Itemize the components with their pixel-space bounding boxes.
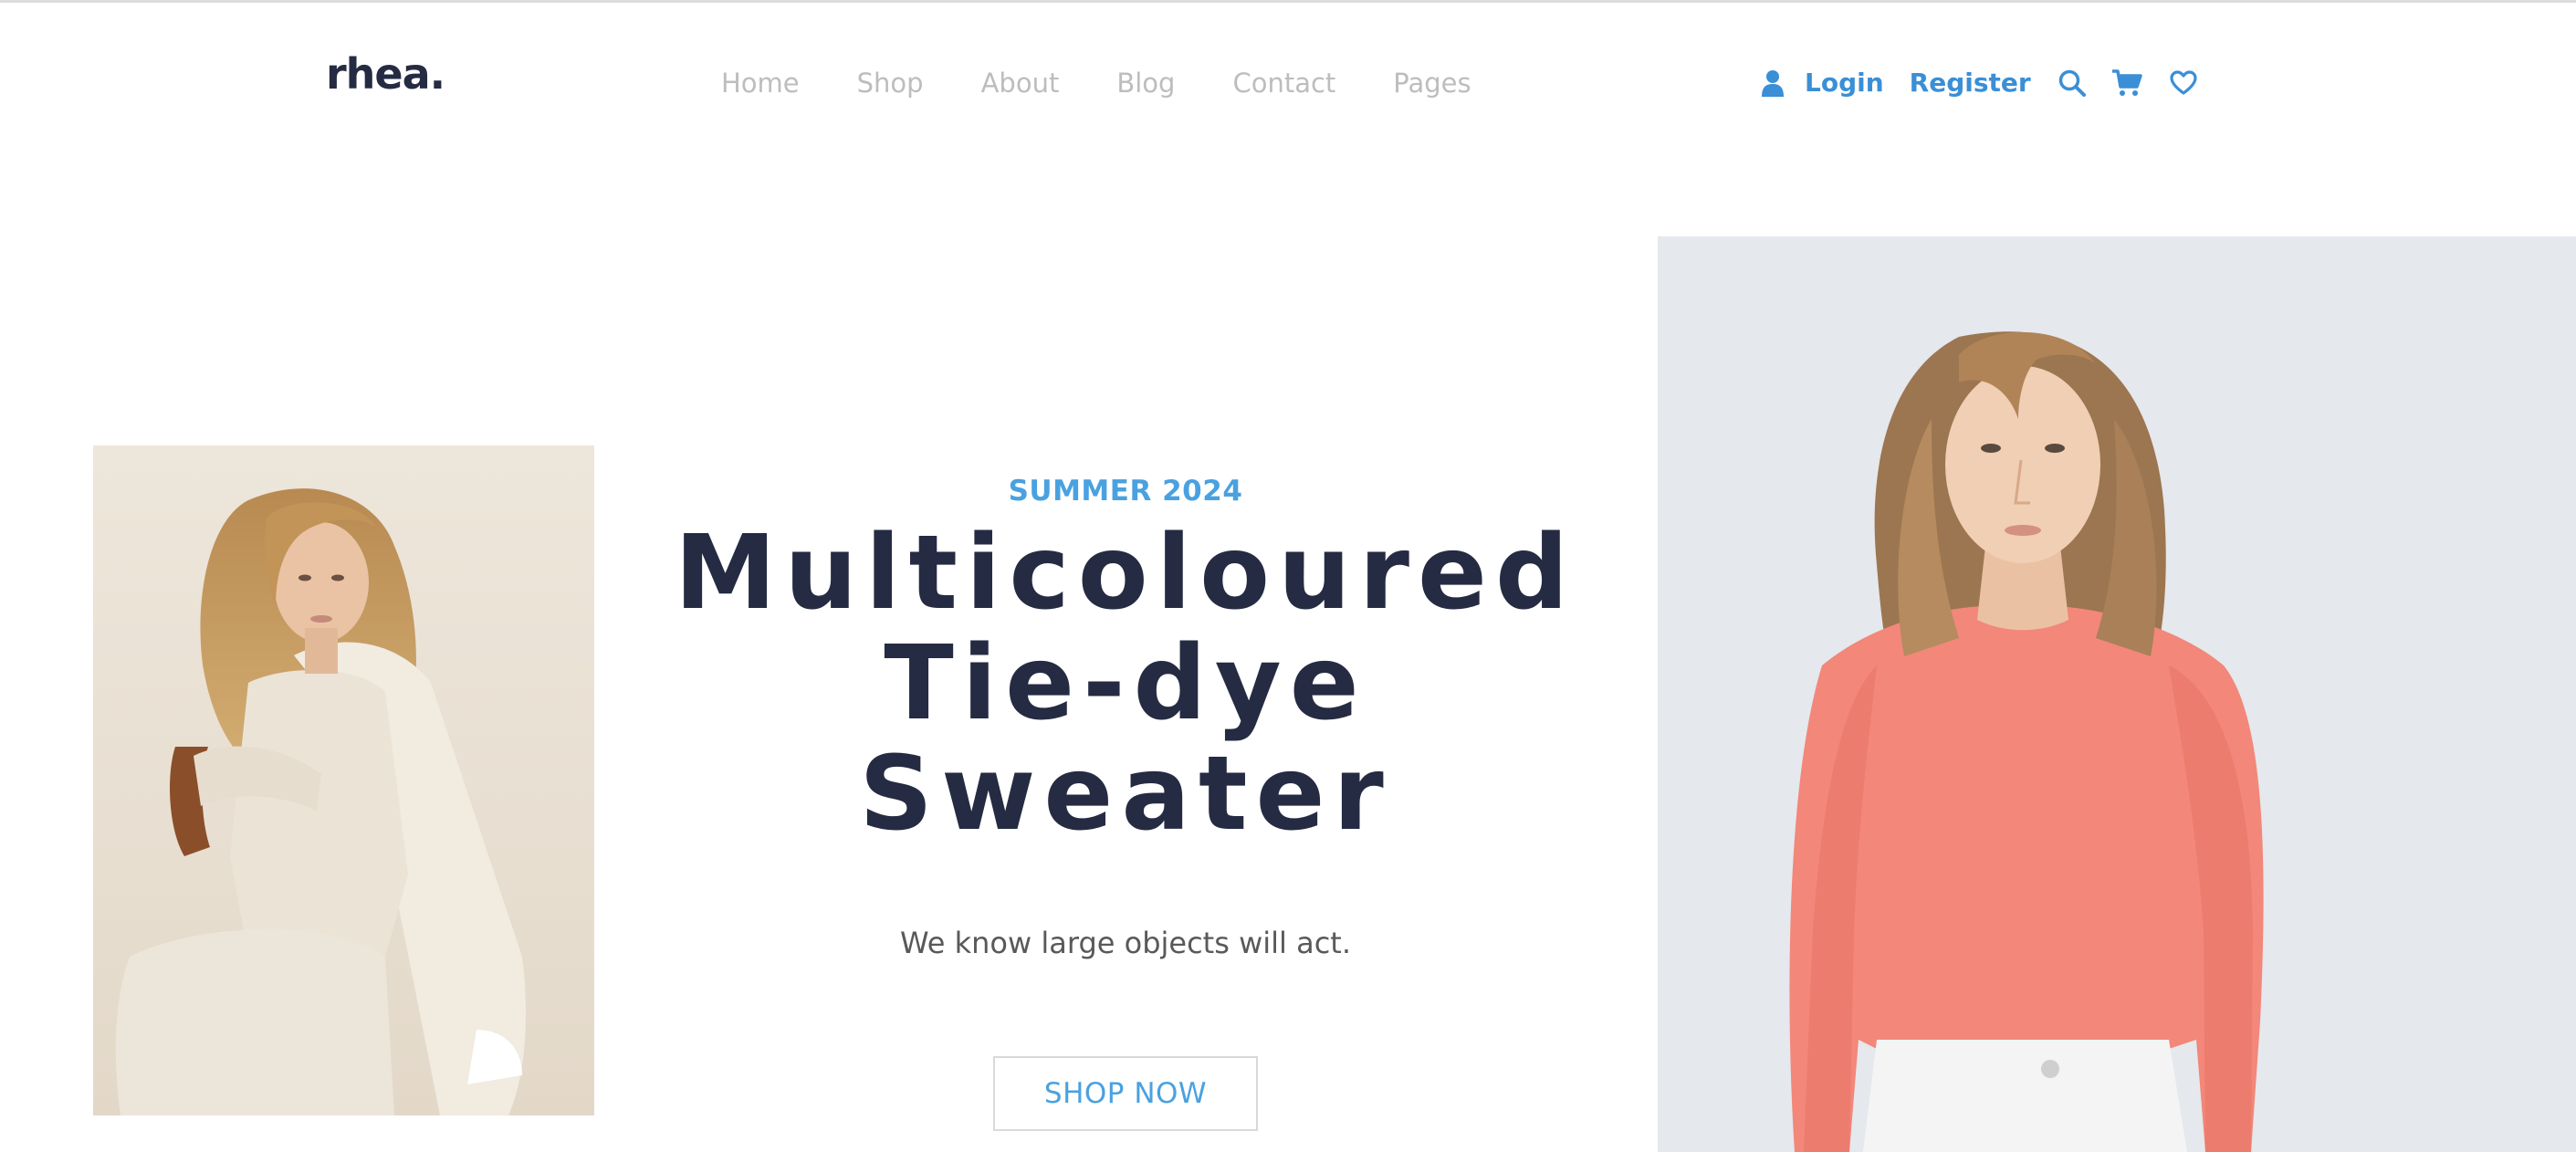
hero-headline: Multicoloured Tie-dye Sweater (621, 518, 1630, 850)
brand-logo[interactable]: rhea. (326, 53, 445, 95)
landing-page: rhea. Home Shop About Blog Contact Pages… (0, 0, 2576, 1152)
top-border (0, 0, 2576, 3)
nav-home-link[interactable]: Home (721, 68, 800, 99)
nav-about-link[interactable]: About (981, 68, 1060, 99)
hero-subtext: We know large objects will act. (899, 926, 1351, 960)
hero-headline-line-2: Tie-dye (884, 624, 1367, 743)
hero-copy: SUMMER 2024 Multicoloured Tie-dye Sweate… (621, 473, 1630, 850)
cart-icon[interactable] (2111, 66, 2142, 100)
nav-contact-link[interactable]: Contact (1232, 68, 1335, 99)
hero-headline-line-3: Sweater (859, 735, 1392, 854)
hero-eyebrow: SUMMER 2024 (1008, 475, 1243, 508)
nav-pages-link[interactable]: Pages (1393, 68, 1471, 99)
nav-shop-link[interactable]: Shop (857, 68, 924, 99)
register-link[interactable]: Register (1910, 67, 2031, 99)
header-actions: Login Register (1757, 66, 2199, 100)
hero-headline-line-1: Multicoloured (674, 514, 1577, 633)
search-icon[interactable] (2057, 66, 2088, 100)
user-icon[interactable] (1757, 66, 1788, 100)
nav-blog-link[interactable]: Blog (1116, 68, 1175, 99)
hero-image-right (1658, 236, 2576, 1152)
main-nav: Home Shop About Blog Contact Pages (721, 68, 1529, 99)
shop-now-button[interactable]: SHOP NOW (993, 1056, 1258, 1131)
hero-image-left (93, 445, 594, 1115)
login-link[interactable]: Login (1805, 67, 1884, 99)
heart-icon[interactable] (2168, 66, 2199, 100)
